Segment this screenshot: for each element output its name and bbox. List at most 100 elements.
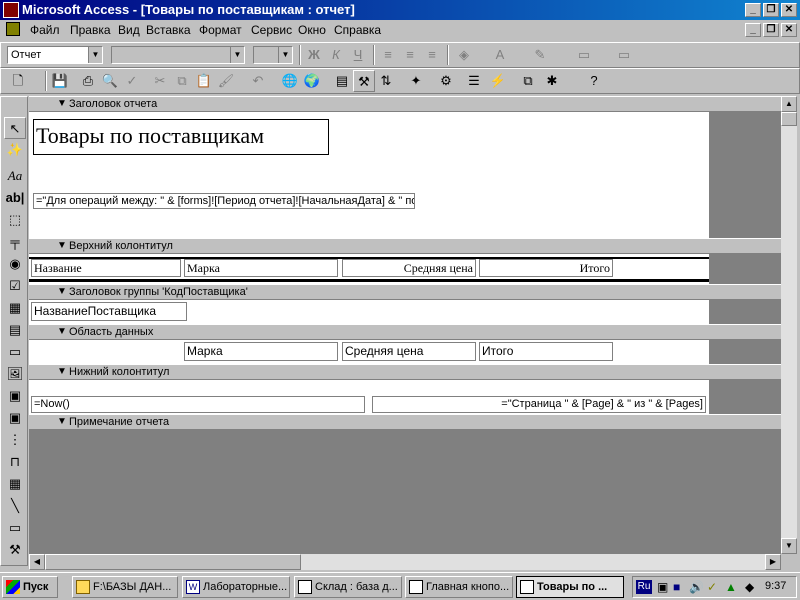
- spelling-icon[interactable]: ✓: [121, 70, 143, 92]
- font-combo[interactable]: ▼: [111, 46, 245, 64]
- label-tool-icon[interactable]: Aa: [4, 165, 26, 187]
- task-explorer[interactable]: F:\БАЗЫ ДАН...: [72, 576, 178, 598]
- antivirus-icon[interactable]: ▲: [725, 580, 737, 594]
- list-box-icon[interactable]: ▤: [4, 319, 26, 341]
- date-range-textbox[interactable]: ="Для операций между: " & [forms]![Перио…: [33, 193, 415, 209]
- clock[interactable]: 9:37: [765, 580, 786, 592]
- detail-brand-field[interactable]: Марка: [184, 342, 338, 361]
- align-left-icon[interactable]: ≡: [377, 44, 399, 66]
- font-color-icon[interactable]: A: [489, 44, 511, 66]
- toggle-button-icon[interactable]: ╤: [4, 231, 26, 253]
- scroll-right-icon[interactable]: ▶: [765, 554, 781, 570]
- header-label-name[interactable]: Название: [31, 259, 181, 277]
- tray-extra-icon[interactable]: ◆: [745, 580, 754, 594]
- underline-button[interactable]: Ч: [347, 44, 369, 66]
- web-toolbar-icon[interactable]: 🌍: [301, 70, 323, 92]
- properties-icon[interactable]: ☰: [463, 70, 485, 92]
- header-label-brand[interactable]: Марка: [184, 259, 338, 277]
- scroll-thumb[interactable]: [45, 554, 301, 570]
- menu-view[interactable]: Вид: [118, 23, 140, 37]
- autoformat-icon[interactable]: ✦: [405, 70, 427, 92]
- toolbox-icon[interactable]: ⚒: [353, 70, 375, 92]
- access-key-icon[interactable]: [3, 2, 19, 18]
- network-icon[interactable]: ▣: [657, 580, 668, 594]
- header-label-total[interactable]: Итого: [479, 259, 613, 277]
- task-report[interactable]: Товары по ...: [516, 576, 624, 598]
- now-textbox[interactable]: =Now(): [31, 396, 365, 413]
- scroll-up-icon[interactable]: ▲: [781, 96, 797, 112]
- supplier-name-field[interactable]: НазваниеПоставщика: [31, 302, 187, 321]
- report-header-body[interactable]: Товары по поставщикам ="Для операций меж…: [29, 112, 709, 238]
- page-header-body[interactable]: Название Марка Средняя цена Итого: [29, 254, 709, 284]
- paste-icon[interactable]: 📋: [193, 70, 215, 92]
- menu-tools[interactable]: Сервис: [251, 23, 292, 37]
- report-title-label[interactable]: Товары по поставщикам: [33, 119, 329, 155]
- start-button[interactable]: Пуск: [2, 576, 58, 598]
- menu-file[interactable]: Файл: [30, 23, 60, 37]
- command-button-icon[interactable]: ▭: [4, 341, 26, 363]
- sorting-grouping-icon[interactable]: ⇅: [375, 70, 397, 92]
- group-header-body[interactable]: НазваниеПоставщика: [29, 300, 709, 324]
- image-icon[interactable]: 🖼: [4, 363, 26, 385]
- text-box-icon[interactable]: ab|: [4, 187, 26, 209]
- line-icon[interactable]: ╲: [4, 495, 26, 517]
- view-icon[interactable]: 🗋: [7, 70, 29, 92]
- language-indicator[interactable]: Ru: [636, 580, 652, 594]
- print-preview-icon[interactable]: 🔍: [99, 70, 121, 92]
- detail-total-field[interactable]: Итого: [479, 342, 613, 361]
- horizontal-scrollbar[interactable]: ◀ ▶: [29, 554, 781, 570]
- monitor-icon[interactable]: ■: [673, 580, 680, 594]
- section-bar-detail[interactable]: ▼ Область данных: [29, 324, 781, 340]
- help-icon[interactable]: ?: [583, 70, 605, 92]
- size-combo[interactable]: ▼: [253, 46, 293, 64]
- menu-window[interactable]: Окно: [298, 23, 326, 37]
- section-bar-page-footer[interactable]: ▼ Нижний колонтитул: [29, 364, 781, 380]
- header-label-avg-price[interactable]: Средняя цена: [342, 259, 476, 277]
- field-list-icon[interactable]: ▤: [331, 70, 353, 92]
- line-color-icon[interactable]: ✎: [529, 44, 551, 66]
- menu-help[interactable]: Справка: [334, 23, 381, 37]
- cut-icon[interactable]: ✂: [149, 70, 171, 92]
- rectangle-icon[interactable]: ▭: [4, 517, 26, 539]
- unbound-object-icon[interactable]: ▣: [4, 385, 26, 407]
- close-button[interactable]: ✕: [781, 3, 797, 17]
- control-wizards-icon[interactable]: ✨: [4, 139, 26, 161]
- format-painter-icon[interactable]: 🖌: [215, 70, 237, 92]
- speaker-icon[interactable]: 🔊: [689, 580, 704, 594]
- copy-icon[interactable]: ⧉: [171, 70, 193, 92]
- doc-restore-button[interactable]: ❐: [763, 23, 779, 37]
- code-icon[interactable]: ⚙: [435, 70, 457, 92]
- database-window-icon[interactable]: ⧉: [517, 70, 539, 92]
- special-effect-icon[interactable]: ▭: [613, 44, 635, 66]
- subform-icon[interactable]: ▦: [4, 473, 26, 495]
- task-word[interactable]: W Лабораторные...: [182, 576, 290, 598]
- bound-object-icon[interactable]: ▣: [4, 407, 26, 429]
- new-object-icon[interactable]: ✱: [541, 70, 563, 92]
- build-icon[interactable]: ⚡: [487, 70, 509, 92]
- page-break-icon[interactable]: ⋮: [4, 429, 26, 451]
- fill-color-icon[interactable]: ◈: [453, 44, 475, 66]
- detail-avg-price-field[interactable]: Средняя цена: [342, 342, 476, 361]
- insert-hyperlink-icon[interactable]: 🌐: [279, 70, 301, 92]
- section-bar-page-header[interactable]: ▼ Верхний колонтитул: [29, 238, 781, 254]
- print-icon[interactable]: ⎙: [77, 70, 99, 92]
- page-footer-body[interactable]: =Now() ="Страница " & [Page] & " из " & …: [29, 380, 709, 414]
- section-bar-group-header[interactable]: ▼ Заголовок группы 'КодПоставщика': [29, 284, 781, 300]
- doc-minimize-button[interactable]: _: [745, 23, 761, 37]
- object-combo[interactable]: Отчет ▼: [7, 46, 103, 64]
- scroll-down-icon[interactable]: ▼: [781, 538, 797, 554]
- page-number-textbox[interactable]: ="Страница " & [Page] & " из " & [Pages]: [372, 396, 706, 413]
- more-controls-icon[interactable]: ⚒: [4, 539, 26, 561]
- doc-close-button[interactable]: ✕: [781, 23, 797, 37]
- save-icon[interactable]: 💾: [49, 70, 71, 92]
- combo-box-icon[interactable]: ▦: [4, 297, 26, 319]
- task-database[interactable]: Склад : база д...: [294, 576, 402, 598]
- scroll-left-icon[interactable]: ◀: [29, 554, 45, 570]
- section-bar-report-footer[interactable]: ▼ Примечание отчета: [29, 414, 781, 430]
- bold-button[interactable]: Ж: [303, 44, 325, 66]
- check-box-icon[interactable]: ☑: [4, 275, 26, 297]
- option-group-icon[interactable]: ⬚: [4, 209, 26, 231]
- menu-format[interactable]: Формат: [199, 23, 242, 37]
- menu-insert[interactable]: Вставка: [146, 23, 191, 37]
- select-objects-icon[interactable]: ↖: [4, 117, 26, 139]
